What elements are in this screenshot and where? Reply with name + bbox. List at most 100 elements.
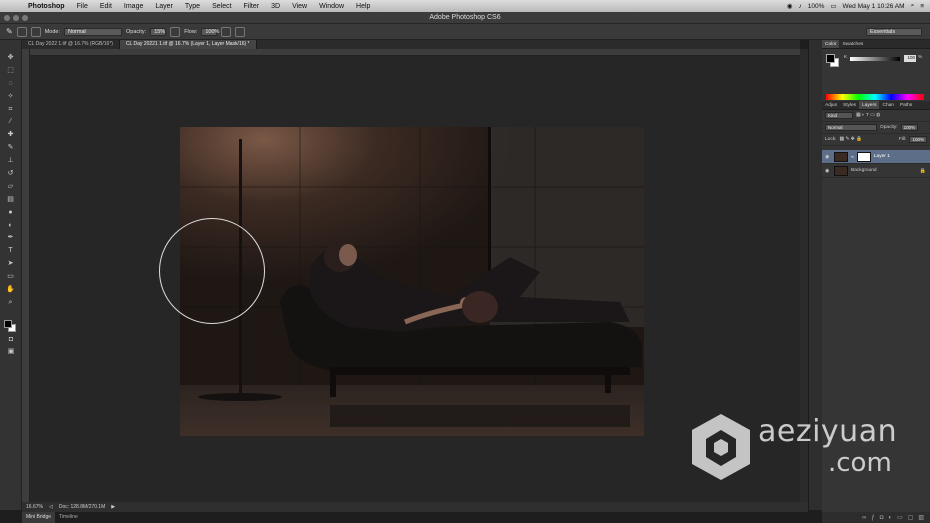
layer-opacity-input[interactable]: 100% [900, 124, 919, 131]
flow-input[interactable]: 100% [201, 27, 219, 36]
brush-preset-picker[interactable] [16, 26, 27, 37]
brush-tool-icon[interactable]: ✎ [6, 27, 13, 36]
trash-icon[interactable]: ▥ [918, 514, 924, 521]
tab-paths[interactable]: Paths [897, 101, 915, 109]
shape-tool-icon[interactable]: ▭ [5, 273, 17, 281]
kind-filter-select[interactable]: Kind [825, 112, 853, 119]
eraser-tool-icon[interactable]: ▱ [5, 183, 17, 191]
layer-mask-thumbnail[interactable] [856, 151, 871, 162]
eye-icon[interactable]: ◉ [825, 168, 831, 174]
blur-tool-icon[interactable]: ● [5, 209, 17, 217]
opacity-input[interactable]: 15% [150, 27, 167, 36]
close-window-button[interactable] [4, 15, 10, 21]
k-value-input[interactable]: 100 [904, 55, 916, 62]
layers-panel: Adjus Styles Layers Chan Paths Kind ▦ ◐ … [822, 101, 930, 178]
screen-mode-icon[interactable]: ▣ [5, 348, 17, 356]
brush-panel-icon[interactable] [30, 26, 41, 37]
layer-thumbnail [834, 151, 848, 162]
airbrush-icon[interactable] [221, 26, 232, 37]
hand-tool-icon[interactable]: ✋ [5, 286, 17, 294]
history-brush-tool-icon[interactable]: ↺ [5, 170, 17, 178]
move-tool-icon[interactable]: ✥ [5, 54, 17, 62]
options-bar: ✎ Mode: Normal Opacity: 15% Flow: 100% E… [0, 24, 930, 40]
link-icon[interactable]: ∞ [851, 154, 854, 159]
blend-mode-select[interactable]: Normal [825, 124, 877, 131]
status-arrow-icon[interactable]: ▶ [111, 504, 115, 510]
list-icon[interactable]: ≡ [920, 3, 924, 10]
color-spectrum-bar[interactable] [826, 94, 924, 100]
lock-icons[interactable]: ▦ ✎ ✥ 🔒 [839, 137, 862, 142]
flow-label: Flow: [184, 28, 198, 35]
clone-stamp-tool-icon[interactable]: ⊥ [5, 157, 17, 165]
zoom-tool-icon[interactable]: ⌕ [5, 299, 17, 307]
tab-channels[interactable]: Chan [879, 101, 896, 109]
wifi-icon[interactable]: ◉ [787, 2, 793, 10]
menu-view[interactable]: View [286, 3, 313, 10]
k-slider[interactable] [850, 57, 900, 61]
new-layer-icon[interactable]: ▢ [908, 514, 914, 521]
search-icon[interactable]: ⌕ [911, 2, 915, 10]
tab-swatches[interactable]: Swatches [839, 40, 866, 48]
panel-foreground-swatch[interactable] [826, 54, 835, 63]
quick-select-tool-icon[interactable]: ✧ [5, 93, 17, 101]
fx-icon[interactable]: ƒ [871, 515, 874, 521]
healing-tool-icon[interactable]: ✚ [5, 131, 17, 139]
tab-document-1[interactable]: CL Day 2022 1.tif @ 16.7% (RGB/16*) [22, 40, 120, 49]
path-select-tool-icon[interactable]: ➤ [5, 260, 17, 268]
menu-image[interactable]: Image [118, 3, 149, 10]
type-tool-icon[interactable]: T [5, 247, 17, 255]
dodge-tool-icon[interactable]: ◐ [5, 222, 17, 230]
add-mask-icon[interactable]: ◘ [880, 515, 884, 521]
battery-percent[interactable]: 100% [808, 3, 825, 10]
volume-icon[interactable]: ♪ [799, 3, 802, 10]
tab-styles[interactable]: Styles [840, 101, 859, 109]
eye-icon[interactable]: ◉ [825, 154, 831, 160]
crop-tool-icon[interactable]: ⌗ [5, 106, 17, 114]
opacity-pressure-icon[interactable] [170, 26, 181, 37]
layers-panel-tabs: Adjus Styles Layers Chan Paths [822, 101, 930, 110]
minimize-window-button[interactable] [13, 15, 19, 21]
tab-mini-bridge[interactable]: Mini Bridge [22, 512, 56, 523]
menu-layer[interactable]: Layer [149, 3, 179, 10]
tab-document-2[interactable]: CL Day 20221 1.tif @ 16.7% (Layer 1, Lay… [119, 40, 257, 49]
new-group-icon[interactable]: ▭ [897, 514, 903, 521]
fill-input[interactable]: 100% [909, 136, 927, 143]
status-menu-icon[interactable]: ◁ [49, 504, 53, 510]
workspace-select[interactable]: Essentials [866, 27, 922, 36]
mode-select[interactable]: Normal [64, 27, 122, 36]
lock-icon: 🔒 [919, 167, 926, 174]
layers-footer: ∞ ƒ ◘ ◐ ▭ ▢ ▥ [822, 512, 930, 523]
tab-timeline[interactable]: Timeline [55, 512, 82, 523]
layer-thumbnail [834, 165, 848, 176]
menu-select[interactable]: Select [206, 3, 237, 10]
filter-icons[interactable]: ▦ ◐ T ▭ ◍ [856, 113, 880, 118]
tab-color[interactable]: Color [822, 40, 840, 48]
menu-type[interactable]: Type [179, 3, 206, 10]
menu-edit[interactable]: Edit [94, 3, 118, 10]
menu-file[interactable]: File [71, 3, 94, 10]
layer-row-background[interactable]: ◉ Background 🔒 [822, 164, 930, 178]
menu-filter[interactable]: Filter [238, 3, 266, 10]
zoom-level[interactable]: 16.67% [26, 504, 43, 510]
adjustment-layer-icon[interactable]: ◐ [888, 515, 892, 521]
foreground-color-swatch[interactable] [4, 320, 12, 328]
pen-tool-icon[interactable]: ✒ [5, 234, 17, 242]
blend-row: Normal Opacity: 100% [822, 122, 930, 134]
menu-help[interactable]: Help [350, 3, 376, 10]
menu-app[interactable]: Photoshop [22, 3, 71, 10]
gradient-tool-icon[interactable]: ▤ [5, 196, 17, 204]
tab-adjustments[interactable]: Adjus [822, 101, 840, 109]
clock[interactable]: Wed May 1 10:26 AM [843, 3, 905, 10]
menu-window[interactable]: Window [313, 3, 350, 10]
quick-mask-icon[interactable]: ◘ [5, 336, 17, 344]
link-layers-icon[interactable]: ∞ [862, 515, 866, 521]
size-pressure-icon[interactable] [235, 26, 246, 37]
tab-layers[interactable]: Layers [859, 101, 880, 109]
zoom-window-button[interactable] [22, 15, 28, 21]
marquee-tool-icon[interactable]: ⬚ [5, 67, 17, 75]
brush-tool-icon[interactable]: ✎ [5, 144, 17, 152]
lasso-tool-icon[interactable]: ◌ [5, 80, 17, 88]
menu-3d[interactable]: 3D [265, 3, 286, 10]
eyedropper-tool-icon[interactable]: ⁄ [5, 118, 17, 126]
layer-row-layer-1[interactable]: ◉ ∞ Layer 1 [822, 150, 930, 164]
